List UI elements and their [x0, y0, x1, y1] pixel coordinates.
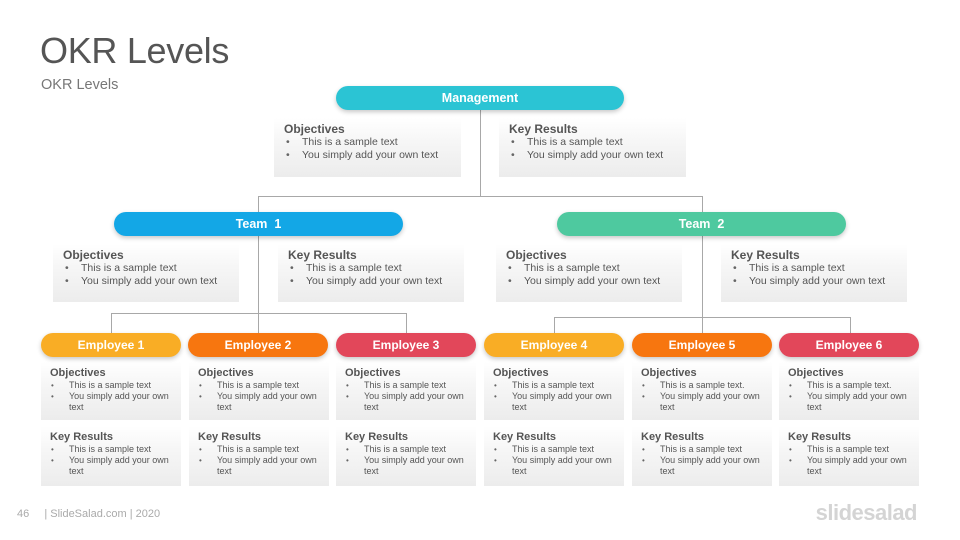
- employee-6-objectives-card: Objectives This is a sample text. You si…: [779, 362, 919, 420]
- list-item: This is a sample text: [509, 136, 676, 149]
- employee-5-objectives-card: Objectives This is a sample text. You si…: [632, 362, 772, 420]
- list-item: This is a sample text: [641, 444, 764, 455]
- list-item: This is a sample text: [493, 380, 616, 391]
- employee-3-objectives-card: Objectives This is a sample text You sim…: [336, 362, 476, 420]
- list-item: This is a sample text: [284, 136, 451, 149]
- team-2-node: Team 2: [557, 212, 846, 236]
- card-heading: Key Results: [345, 431, 408, 443]
- connector-employee1-drop: [111, 313, 112, 334]
- list-item: You simply add your own text: [50, 391, 173, 413]
- list-item: You simply add your own text: [63, 275, 229, 288]
- list-item: You simply add your own text: [284, 149, 451, 162]
- employee-3-key-results-card: Key Results This is a sample text You si…: [336, 426, 476, 486]
- list-item: This is a sample text: [63, 262, 229, 275]
- list-item: This is a sample text: [50, 444, 173, 455]
- card-heading: Key Results: [50, 431, 113, 443]
- employee-1-objectives-card: Objectives This is a sample text You sim…: [41, 362, 181, 420]
- card-heading: Objectives: [506, 248, 567, 262]
- slide-title: OKR Levels: [40, 30, 230, 71]
- list-item: This is a sample text: [198, 444, 321, 455]
- list-item: This is a sample text: [288, 262, 454, 275]
- connector-team1-horizontal: [111, 313, 407, 314]
- card-heading: Key Results: [731, 248, 800, 262]
- employee-3-node: Employee 3: [336, 333, 476, 357]
- list-item: You simply add your own text: [345, 455, 468, 477]
- list-item: You simply add your own text: [788, 391, 911, 413]
- list-item: You simply add your own text: [641, 391, 764, 413]
- card-heading: Key Results: [509, 122, 578, 136]
- list-item: This is a sample text: [788, 444, 911, 455]
- slide-subtitle: OKR Levels: [41, 77, 119, 93]
- team-1-objectives-card: Objectives This is a sample text You sim…: [53, 244, 239, 302]
- list-item: This is a sample text: [198, 380, 321, 391]
- card-heading: Objectives: [284, 122, 345, 136]
- connector-management-horizontal: [258, 196, 703, 197]
- team-2-objectives-card: Objectives This is a sample text You sim…: [496, 244, 682, 302]
- card-heading: Key Results: [288, 248, 357, 262]
- list-item: This is a sample text: [50, 380, 173, 391]
- employee-2-node: Employee 2: [188, 333, 328, 357]
- team-1-node: Team 1: [114, 212, 403, 236]
- employee-2-key-results-card: Key Results This is a sample text You si…: [189, 426, 329, 486]
- employee-1-key-results-card: Key Results This is a sample text You si…: [41, 426, 181, 486]
- connector-team2-horizontal: [554, 317, 851, 318]
- footer: 46 | SlideSalad.com | 2020: [17, 508, 160, 520]
- brand-logo: slidesalad: [815, 500, 918, 525]
- employee-1-node: Employee 1: [41, 333, 181, 357]
- list-item: You simply add your own text: [641, 455, 764, 477]
- footer-credit: | SlideSalad.com | 2020: [44, 508, 161, 520]
- page-number: 46: [17, 508, 30, 520]
- card-heading: Objectives: [493, 367, 549, 379]
- card-heading: Key Results: [788, 431, 851, 443]
- card-heading: Objectives: [641, 367, 697, 379]
- card-heading: Key Results: [198, 431, 261, 443]
- connector-employee6-drop: [850, 317, 851, 334]
- list-item: You simply add your own text: [345, 391, 468, 413]
- connector-team1-vertical: [258, 234, 259, 334]
- employee-5-key-results-card: Key Results This is a sample text You si…: [632, 426, 772, 486]
- team-1-key-results-card: Key Results This is a sample text You si…: [278, 244, 464, 302]
- list-item: This is a sample text.: [788, 380, 911, 391]
- list-item: You simply add your own text: [288, 275, 454, 288]
- list-item: You simply add your own text: [506, 275, 672, 288]
- list-item: This is a sample text.: [641, 380, 764, 391]
- list-item: You simply add your own text: [493, 455, 616, 477]
- employee-4-objectives-card: Objectives This is a sample text You sim…: [484, 362, 624, 420]
- employee-6-key-results-card: Key Results This is a sample text You si…: [779, 426, 919, 486]
- card-heading: Key Results: [641, 431, 704, 443]
- connector-employee4-drop: [554, 317, 555, 334]
- employee-2-objectives-card: Objectives This is a sample text You sim…: [189, 362, 329, 420]
- connector-employee3-drop: [406, 313, 407, 334]
- list-item: You simply add your own text: [493, 391, 616, 413]
- list-item: You simply add your own text: [788, 455, 911, 477]
- card-heading: Key Results: [493, 431, 556, 443]
- employee-4-key-results-card: Key Results This is a sample text You si…: [484, 426, 624, 486]
- list-item: This is a sample text: [345, 380, 468, 391]
- list-item: This is a sample text: [506, 262, 672, 275]
- card-heading: Objectives: [50, 367, 106, 379]
- connector-team2-vertical: [702, 234, 703, 334]
- card-heading: Objectives: [345, 367, 401, 379]
- list-item: You simply add your own text: [198, 391, 321, 413]
- employee-6-node: Employee 6: [779, 333, 919, 357]
- list-item: This is a sample text: [493, 444, 616, 455]
- team-2-key-results-card: Key Results This is a sample text You si…: [721, 244, 907, 302]
- employee-5-node: Employee 5: [632, 333, 772, 357]
- employee-4-node: Employee 4: [484, 333, 624, 357]
- card-heading: Objectives: [198, 367, 254, 379]
- management-node: Management: [336, 86, 624, 110]
- connector-management-vertical: [480, 106, 481, 197]
- card-heading: Objectives: [63, 248, 124, 262]
- list-item: This is a sample text: [731, 262, 897, 275]
- list-item: You simply add your own text: [731, 275, 897, 288]
- management-objectives-card: Objectives This is a sample text You sim…: [274, 118, 461, 177]
- management-key-results-card: Key Results This is a sample text You si…: [499, 118, 686, 177]
- card-heading: Objectives: [788, 367, 844, 379]
- list-item: You simply add your own text: [50, 455, 173, 477]
- list-item: This is a sample text: [345, 444, 468, 455]
- list-item: You simply add your own text: [509, 149, 676, 162]
- list-item: You simply add your own text: [198, 455, 321, 477]
